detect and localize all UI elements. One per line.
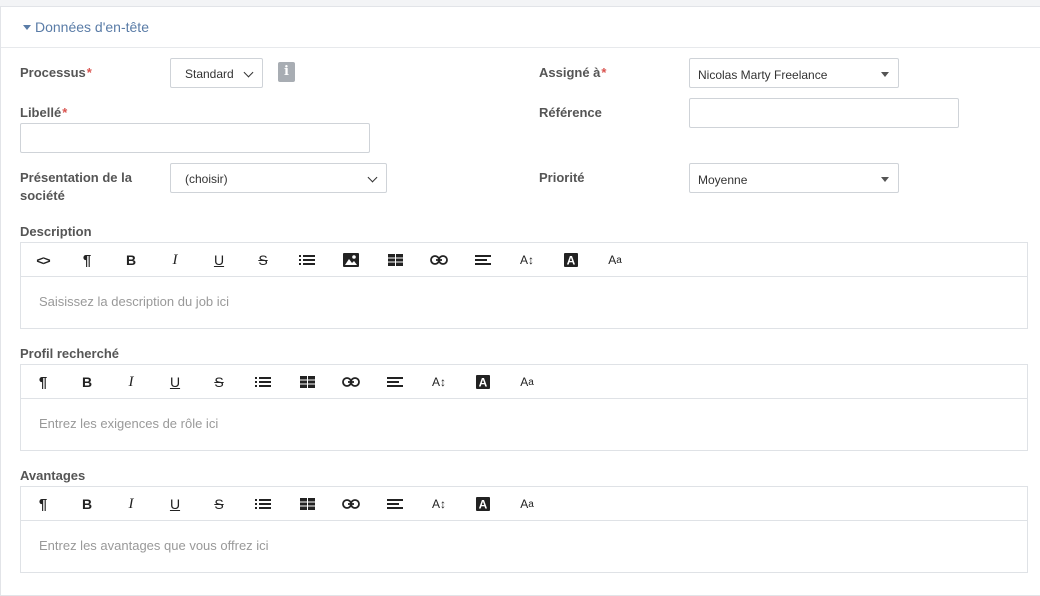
libelle-input[interactable] <box>20 123 370 153</box>
priorite-label: Priorité <box>539 170 585 185</box>
svg-text:A: A <box>567 254 576 268</box>
table-icon[interactable] <box>381 248 409 272</box>
presentation-label-line2: société <box>20 188 65 203</box>
underline-icon[interactable]: U <box>205 248 233 272</box>
priorite-select[interactable]: Moyenne <box>689 163 899 193</box>
list-icon[interactable] <box>293 248 321 272</box>
aa-big: A <box>520 497 529 511</box>
italic-icon[interactable]: I <box>161 248 189 272</box>
info-icon[interactable]: i <box>278 62 295 82</box>
font-family-icon[interactable]: Aa <box>513 492 541 516</box>
description-label: Description <box>20 224 92 239</box>
processus-value: Standard <box>185 67 234 81</box>
description-textarea[interactable]: Saisissez la description du job ici <box>39 294 229 309</box>
presentation-select[interactable]: (choisir) <box>170 163 387 193</box>
underline-icon[interactable]: U <box>161 370 189 394</box>
chevron-down-icon <box>367 172 378 183</box>
required-marker: * <box>86 65 92 80</box>
link-icon[interactable] <box>425 248 453 272</box>
presentation-value: (choisir) <box>185 172 228 186</box>
svg-text:A: A <box>479 498 488 512</box>
reference-label: Référence <box>539 105 602 120</box>
paragraph-icon[interactable]: ¶ <box>29 492 57 516</box>
aa-small: a <box>528 376 534 388</box>
assigne-label: Assigné à* <box>539 64 606 82</box>
align-left-icon[interactable] <box>381 492 409 516</box>
profil-label: Profil recherché <box>20 346 119 361</box>
assigne-label-text: Assigné à <box>539 65 601 80</box>
avantages-editor: ¶ B I U S A↕ A Aa Entrez les avantages q… <box>20 486 1028 573</box>
font-size-icon[interactable]: A↕ <box>425 370 453 394</box>
processus-label: Processus* <box>20 64 92 82</box>
font-size-icon[interactable]: A↕ <box>513 248 541 272</box>
caret-down-icon <box>881 177 889 182</box>
assigne-select[interactable]: Nicolas Marty Freelance <box>689 58 899 88</box>
profil-toolbar: ¶ B I U S A↕ A Aa <box>21 365 1027 399</box>
caret-down-icon[interactable] <box>23 25 31 30</box>
panel-title[interactable]: Données d'en-tête <box>35 19 149 35</box>
strikethrough-icon[interactable]: S <box>205 492 233 516</box>
svg-text:A: A <box>479 376 488 390</box>
link-icon[interactable] <box>337 492 365 516</box>
chevron-down-icon <box>243 67 254 78</box>
libelle-label: Libellé* <box>20 104 67 122</box>
avantages-label: Avantages <box>20 468 86 483</box>
font-family-icon[interactable]: Aa <box>513 370 541 394</box>
description-editor: <> ¶ B I U S A↕ A Aa Saisissez la descri… <box>20 242 1028 329</box>
assigne-value: Nicolas Marty Freelance <box>698 68 828 82</box>
paragraph-icon[interactable]: ¶ <box>73 248 101 272</box>
required-marker: * <box>62 105 68 120</box>
libelle-label-text: Libellé <box>20 105 62 120</box>
highlight-color-icon[interactable]: A <box>469 370 497 394</box>
aa-big: A <box>520 375 529 389</box>
presentation-label-line1: Présentation de la <box>20 170 132 185</box>
avantages-textarea[interactable]: Entrez les avantages que vous offrez ici <box>39 538 269 553</box>
align-left-icon[interactable] <box>469 248 497 272</box>
avantages-toolbar: ¶ B I U S A↕ A Aa <box>21 487 1027 521</box>
paragraph-icon[interactable]: ¶ <box>29 370 57 394</box>
highlight-color-icon[interactable]: A <box>557 248 585 272</box>
italic-icon[interactable]: I <box>117 492 145 516</box>
reference-input[interactable] <box>689 98 959 128</box>
align-left-icon[interactable] <box>381 370 409 394</box>
font-size-icon[interactable]: A↕ <box>425 492 453 516</box>
aa-small: a <box>528 498 534 510</box>
profil-editor: ¶ B I U S A↕ A Aa Entrez les exigences d… <box>20 364 1028 451</box>
profil-textarea[interactable]: Entrez les exigences de rôle ici <box>39 416 218 431</box>
description-toolbar: <> ¶ B I U S A↕ A Aa <box>21 243 1027 277</box>
font-family-icon[interactable]: Aa <box>601 248 629 272</box>
code-view-icon[interactable]: <> <box>29 248 57 272</box>
aa-big: A <box>608 253 617 267</box>
table-icon[interactable] <box>293 492 321 516</box>
table-icon[interactable] <box>293 370 321 394</box>
bold-icon[interactable]: B <box>117 248 145 272</box>
link-icon[interactable] <box>337 370 365 394</box>
caret-down-icon <box>881 72 889 77</box>
aa-small: a <box>616 254 622 266</box>
list-icon[interactable] <box>249 370 277 394</box>
processus-label-text: Processus <box>20 65 86 80</box>
required-marker: * <box>601 65 607 80</box>
bold-icon[interactable]: B <box>73 370 101 394</box>
bold-icon[interactable]: B <box>73 492 101 516</box>
priorite-value: Moyenne <box>698 173 748 187</box>
underline-icon[interactable]: U <box>161 492 189 516</box>
processus-select[interactable]: Standard <box>170 58 263 88</box>
highlight-color-icon[interactable]: A <box>469 492 497 516</box>
strikethrough-icon[interactable]: S <box>205 370 233 394</box>
strikethrough-icon[interactable]: S <box>249 248 277 272</box>
list-icon[interactable] <box>249 492 277 516</box>
panel-header[interactable]: Données d'en-tête <box>1 7 1040 48</box>
presentation-label: Présentation de la société <box>20 169 132 205</box>
image-icon[interactable] <box>337 248 365 272</box>
italic-icon[interactable]: I <box>117 370 145 394</box>
